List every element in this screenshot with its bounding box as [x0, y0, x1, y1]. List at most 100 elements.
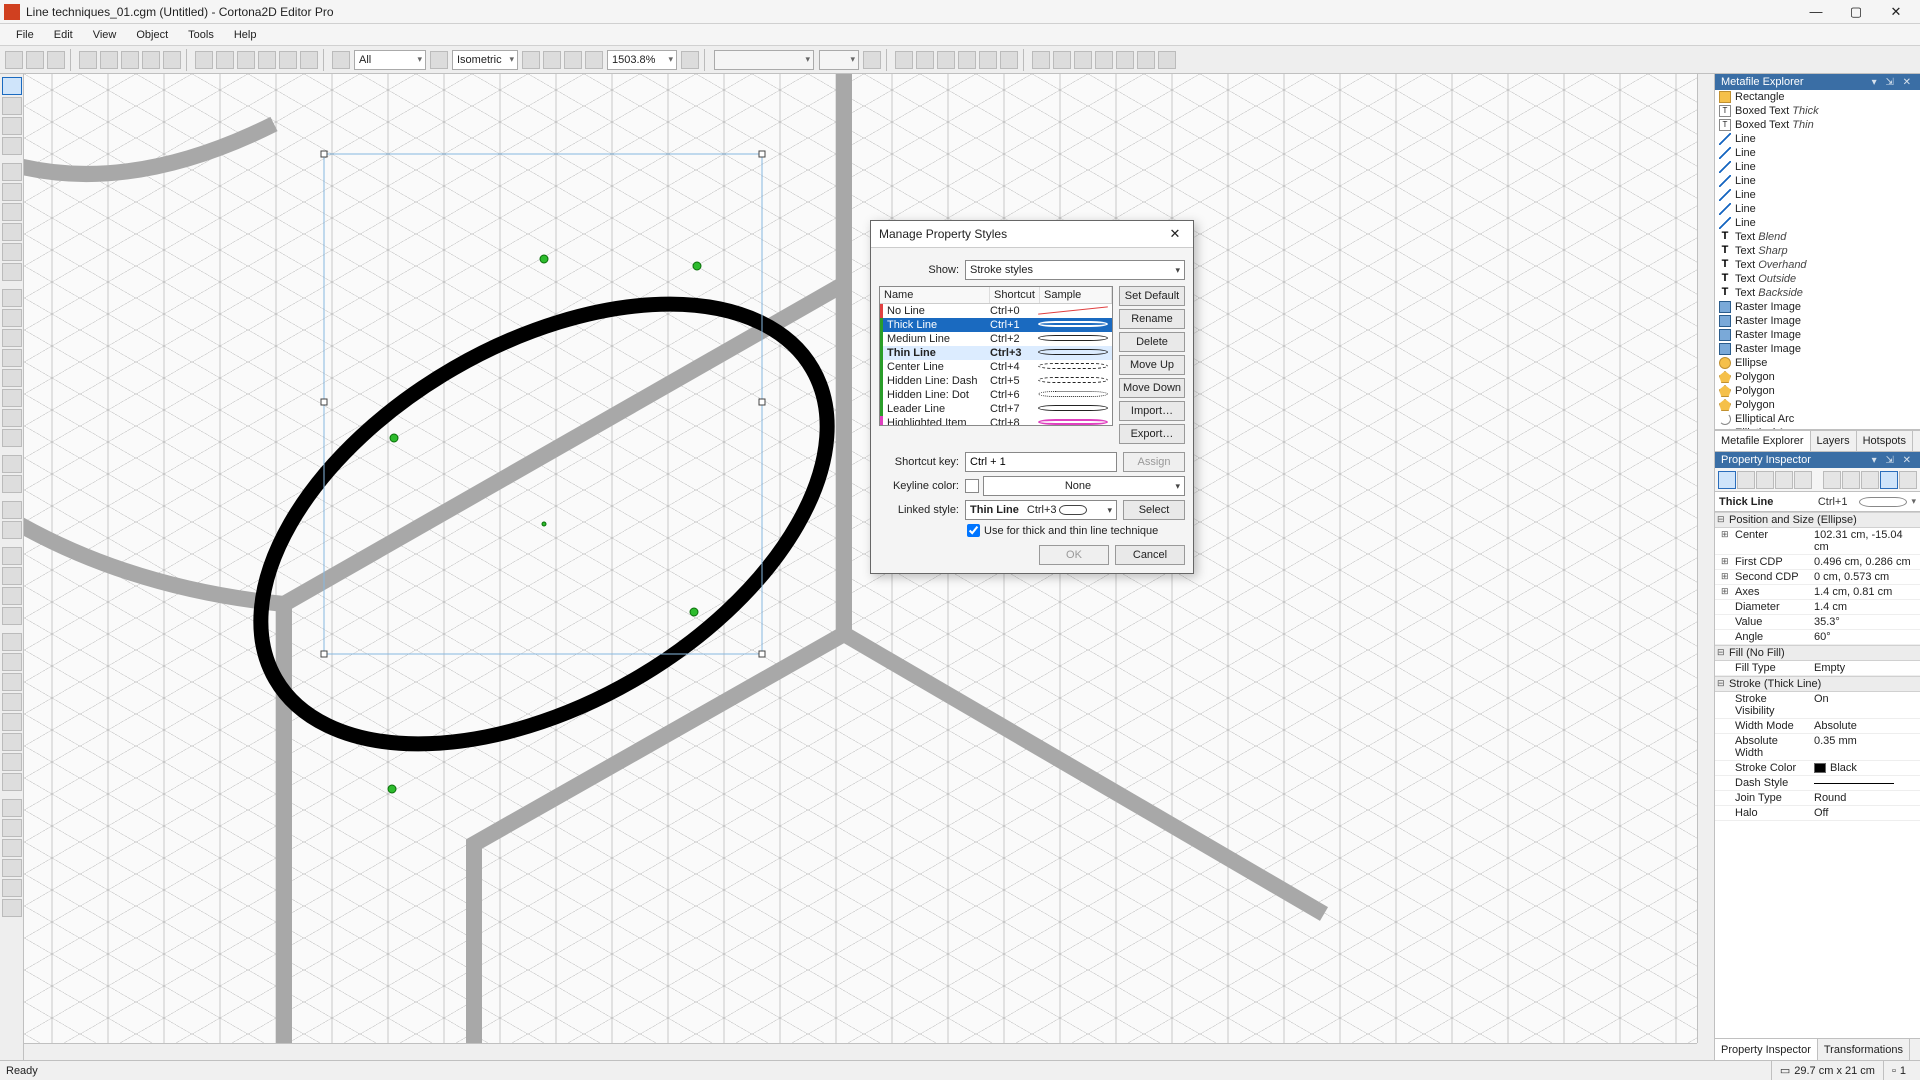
flip-icon[interactable] — [258, 51, 276, 69]
tab-hotspots[interactable]: Hotspots — [1857, 431, 1913, 451]
rect-tool-icon[interactable] — [2, 309, 22, 327]
tree-item[interactable]: Rectangle — [1715, 90, 1920, 104]
pi-layers-icon[interactable] — [1880, 471, 1898, 489]
style-row[interactable]: Highlighted ItemCtrl+8 — [880, 416, 1112, 426]
pi-more-icon[interactable] — [1775, 471, 1793, 489]
menu-object[interactable]: Object — [126, 26, 178, 44]
zoom-out-icon[interactable] — [543, 51, 561, 69]
pi-link-icon[interactable] — [1861, 471, 1879, 489]
style-row[interactable]: Medium LineCtrl+2 — [880, 332, 1112, 346]
cancel-button[interactable]: Cancel — [1115, 545, 1185, 565]
style-row[interactable]: Center LineCtrl+4 — [880, 360, 1112, 374]
property-row[interactable]: Fill TypeEmpty — [1715, 661, 1920, 676]
property-row[interactable]: HaloOff — [1715, 806, 1920, 821]
style-row[interactable]: Hidden Line: DashCtrl+5 — [880, 374, 1112, 388]
menu-edit[interactable]: Edit — [44, 26, 83, 44]
canvas-area[interactable] — [24, 74, 1714, 1060]
dialog-titlebar[interactable]: Manage Property Styles ✕ — [871, 221, 1193, 248]
keyline-swatch[interactable] — [965, 479, 979, 493]
property-row[interactable]: Second CDP0 cm, 0.573 cm — [1715, 570, 1920, 585]
break-tool-icon[interactable] — [2, 607, 22, 625]
pane-controls-2[interactable]: ▾ ⇲ ✕ — [1872, 455, 1914, 466]
tree-item[interactable]: Line — [1715, 202, 1920, 216]
tree-item[interactable]: Raster Image — [1715, 300, 1920, 314]
property-group[interactable]: Position and Size (Ellipse) — [1715, 512, 1920, 528]
new-icon[interactable] — [5, 51, 23, 69]
tree-item[interactable]: Polygon — [1715, 370, 1920, 384]
rotate-icon[interactable] — [279, 51, 297, 69]
grid-tool-icon[interactable] — [2, 753, 22, 771]
property-row[interactable]: Absolute Width0.35 mm — [1715, 734, 1920, 761]
undo-icon[interactable] — [142, 51, 160, 69]
align-center-icon[interactable] — [1053, 51, 1071, 69]
property-row[interactable]: Dash Style — [1715, 776, 1920, 791]
tree-item[interactable]: Polygon — [1715, 398, 1920, 412]
keyline-dropdown[interactable]: None — [983, 476, 1185, 496]
property-row[interactable]: Join TypeRound — [1715, 791, 1920, 806]
roundrect-tool-icon[interactable] — [2, 329, 22, 347]
property-group[interactable]: Fill (No Fill) — [1715, 645, 1920, 661]
hotspot-tool-icon[interactable] — [2, 289, 22, 307]
menu-help[interactable]: Help — [224, 26, 267, 44]
menu-view[interactable]: View — [83, 26, 127, 44]
save-icon[interactable] — [47, 51, 65, 69]
tab-layers[interactable]: Layers — [1811, 431, 1857, 451]
style-row[interactable]: Leader LineCtrl+7 — [880, 402, 1112, 416]
strike-icon[interactable] — [958, 51, 976, 69]
text-tool-icon[interactable] — [2, 455, 22, 473]
close-button[interactable]: ✕ — [1876, 0, 1916, 24]
projection-dropdown[interactable]: Isometric — [452, 50, 518, 70]
layer-filter-dropdown[interactable]: All — [354, 50, 426, 70]
property-row[interactable]: Value35.3° — [1715, 615, 1920, 630]
align-top-icon[interactable] — [1095, 51, 1113, 69]
tree-item[interactable]: Line — [1715, 146, 1920, 160]
property-row[interactable]: Center102.31 cm, -15.04 cm — [1715, 528, 1920, 555]
dlg-move-upbutton[interactable]: Move Up — [1119, 355, 1185, 375]
tree-item[interactable]: Ellipse — [1715, 356, 1920, 370]
mirror-icon[interactable] — [300, 51, 318, 69]
ellipse-tool-icon[interactable] — [2, 349, 22, 367]
thick-thin-checkbox[interactable]: Use for thick and thin line technique — [967, 524, 1185, 537]
paint-tool-icon[interactable] — [2, 819, 22, 837]
ok-button[interactable]: OK — [1039, 545, 1109, 565]
align-icon[interactable] — [195, 51, 213, 69]
show-dropdown[interactable]: Stroke styles — [965, 260, 1185, 280]
tree-item[interactable]: TText Overhand — [1715, 258, 1920, 272]
property-row[interactable]: Stroke ColorBlack — [1715, 761, 1920, 776]
highlight-icon[interactable] — [1000, 51, 1018, 69]
assign-button[interactable]: Assign — [1123, 452, 1185, 472]
tree-item[interactable]: TText Sharp — [1715, 244, 1920, 258]
tree-item[interactable]: Polygon — [1715, 384, 1920, 398]
tree-item[interactable]: TText Outside — [1715, 272, 1920, 286]
pen-tool-icon[interactable] — [2, 521, 22, 539]
property-inspector-header[interactable]: Property Inspector ▾ ⇲ ✕ — [1715, 452, 1920, 468]
eraser-tool-icon[interactable] — [2, 839, 22, 857]
style-row[interactable]: Thin LineCtrl+3 — [880, 346, 1112, 360]
zoom-plus-icon[interactable] — [681, 51, 699, 69]
pi-halo-icon[interactable] — [1794, 471, 1812, 489]
align-left-icon[interactable] — [1032, 51, 1050, 69]
layer-icon[interactable] — [332, 51, 350, 69]
zoom-tool-icon[interactable] — [2, 773, 22, 791]
tree-item[interactable]: TBoxed Text Thick — [1715, 104, 1920, 118]
tree-item[interactable]: Line — [1715, 188, 1920, 202]
canvas-scrollbar-horizontal[interactable] — [24, 1043, 1697, 1060]
polygon-tool-icon[interactable] — [2, 429, 22, 447]
pi-line-icon[interactable] — [1718, 471, 1736, 489]
more-icon[interactable] — [1158, 51, 1176, 69]
pie-tool-icon[interactable] — [2, 409, 22, 427]
tree-item[interactable]: Raster Image — [1715, 328, 1920, 342]
redo-icon[interactable] — [163, 51, 181, 69]
tree-item[interactable]: Elliptical Arc — [1715, 412, 1920, 426]
unlink-tool-icon[interactable] — [2, 567, 22, 585]
dim-tool-icon[interactable] — [2, 633, 22, 651]
tree-item[interactable]: Line — [1715, 132, 1920, 146]
zoom-actual-icon[interactable] — [585, 51, 603, 69]
open-icon[interactable] — [26, 51, 44, 69]
tree-item[interactable]: Raster Image — [1715, 342, 1920, 356]
image-tool-icon[interactable] — [2, 501, 22, 519]
style-dropdown-2[interactable] — [819, 50, 859, 70]
dlg-export-button[interactable]: Export… — [1119, 424, 1185, 444]
pi-text-icon[interactable] — [1756, 471, 1774, 489]
italic-icon[interactable] — [916, 51, 934, 69]
